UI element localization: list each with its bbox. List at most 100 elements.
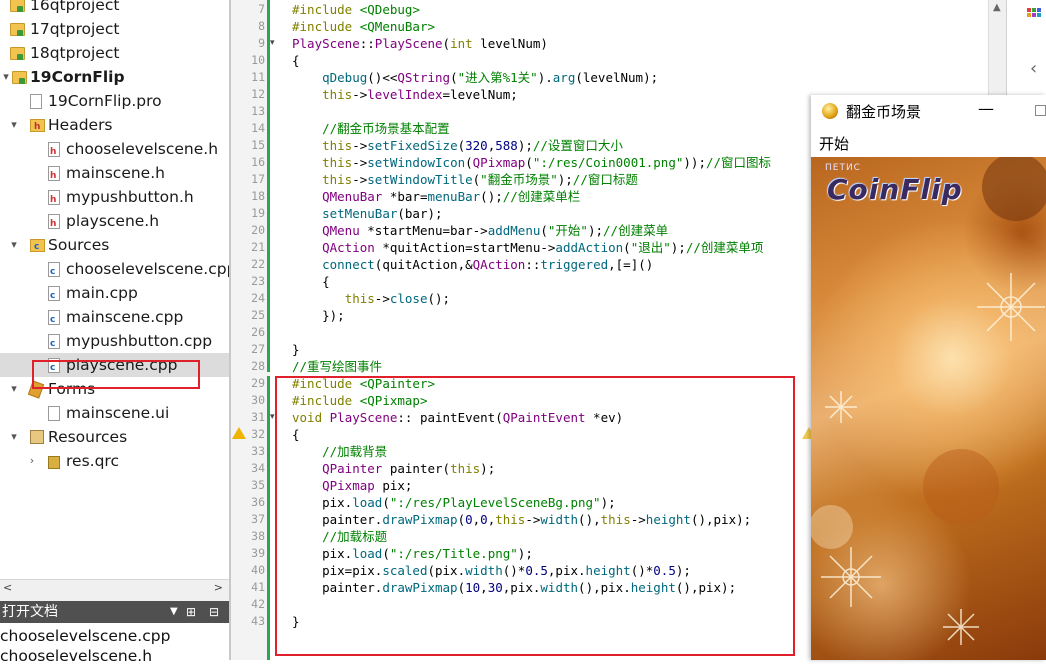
ui-file-icon	[48, 406, 60, 421]
minimize-button[interactable]: —	[978, 99, 994, 118]
headers-folder-icon	[30, 115, 45, 139]
chevron-right-icon[interactable]: ›	[26, 449, 38, 473]
open-doc-item[interactable]: chooselevelscene.h	[0, 646, 229, 666]
code-line[interactable]: this->close();	[292, 290, 450, 307]
code-line[interactable]: connect(quitAction,&QAction::triggered,[…	[292, 256, 653, 273]
tree-item-main-cpp[interactable]: main.cpp	[0, 281, 229, 308]
tree-item-label: Resources	[48, 428, 128, 446]
tree-item-res-qrc[interactable]: › res.qrc	[0, 449, 229, 473]
window-menubar: 开始	[811, 127, 1046, 157]
line-number: 30	[251, 393, 265, 407]
line-number: 13	[251, 104, 265, 118]
tree-item-sources[interactable]: ▾ Sources	[0, 233, 229, 259]
grid-icon[interactable]	[1027, 8, 1041, 22]
open-documents-title: 打开文档	[2, 604, 58, 620]
code-line[interactable]: this->setWindowIcon(QPixmap(":/res/Coin0…	[292, 154, 771, 171]
tree-horizontal-scrollbar[interactable]: < >	[0, 579, 229, 601]
code-line[interactable]: this->levelIndex=levelNum;	[292, 86, 518, 103]
close-panel-icon[interactable]: ⊟	[209, 601, 219, 623]
tree-item-chooselevelscene-h[interactable]: chooselevelscene.h	[0, 137, 229, 164]
code-line[interactable]: //翻金币场景基本配置	[292, 120, 450, 137]
project-folder-icon	[10, 0, 25, 12]
tree-item-mainscene-h[interactable]: mainscene.h	[0, 161, 229, 188]
tree-item-mainscene-cpp[interactable]: mainscene.cpp	[0, 305, 229, 332]
dropdown-icon[interactable]: ▼	[170, 601, 178, 623]
code-line[interactable]: {	[292, 52, 300, 69]
code-line[interactable]: #include <QDebug>	[292, 1, 420, 18]
chevron-down-icon[interactable]: ▾	[0, 65, 12, 89]
line-number: 39	[251, 546, 265, 560]
line-number: 40	[251, 563, 265, 577]
tree-item-label: Sources	[48, 236, 110, 254]
line-number: 28	[251, 359, 265, 373]
tree-item-mainscene-ui[interactable]: mainscene.ui	[0, 401, 229, 425]
tree-item-resources[interactable]: ▾ Resources	[0, 425, 229, 449]
code-line[interactable]: QAction *quitAction=startMenu->addAction…	[292, 239, 763, 256]
tree-item-headers[interactable]: ▾ Headers	[0, 113, 229, 139]
code-line[interactable]: this->setFixedSize(320,588);//设置窗口大小	[292, 137, 623, 154]
fold-marker-icon[interactable]: ▾	[270, 412, 275, 422]
header-file-icon	[48, 188, 60, 212]
line-number: 11	[251, 70, 265, 84]
chevron-down-icon[interactable]: ▾	[8, 233, 20, 257]
cpp-file-icon	[48, 260, 60, 284]
line-number: 18	[251, 189, 265, 203]
open-doc-item[interactable]: chooselevelscene.cpp	[0, 626, 229, 646]
line-number: 27	[251, 342, 265, 356]
code-line[interactable]: #include <QMenuBar>	[292, 18, 435, 35]
line-number: 23	[251, 274, 265, 288]
window-titlebar[interactable]: 翻金币场景 —	[811, 95, 1046, 127]
code-line[interactable]: setMenuBar(bar);	[292, 205, 442, 222]
tree-item-label: res.qrc	[66, 452, 119, 470]
tree-item-16qtproject[interactable]: 16qtproject	[0, 0, 229, 17]
tree-item-19cornflip[interactable]: ▾ 19CornFlip	[0, 65, 229, 89]
code-line[interactable]: this->setWindowTitle("翻金币场景");//窗口标题	[292, 171, 638, 188]
code-line[interactable]: qDebug()<<QString("进入第%1关").arg(levelNum…	[292, 69, 658, 86]
line-number: 41	[251, 580, 265, 594]
code-line[interactable]: QMenuBar *bar=menuBar();//创建菜单栏	[292, 188, 580, 205]
line-number: 35	[251, 478, 265, 492]
tree-item-17qtproject[interactable]: 17qtproject	[0, 17, 229, 41]
code-line[interactable]: QMenu *startMenu=bar->addMenu("开始");//创建…	[292, 222, 668, 239]
tree-item-19cornflip-pro[interactable]: 19CornFlip.pro	[0, 89, 229, 113]
code-line[interactable]: });	[292, 307, 345, 324]
tree-item-chooselevelscene-cpp[interactable]: chooselevelscene.cpp	[0, 257, 229, 284]
fold-marker-icon[interactable]: ▾	[270, 38, 275, 48]
code-line[interactable]: //重写绘图事件	[292, 358, 382, 375]
code-line[interactable]: }	[292, 341, 300, 358]
line-number: 16	[251, 155, 265, 169]
line-number: 22	[251, 257, 265, 271]
scroll-right-icon[interactable]: >	[214, 581, 223, 594]
chevron-down-icon[interactable]: ▾	[8, 425, 20, 449]
qrc-file-icon	[48, 456, 60, 469]
line-number: 29	[251, 376, 265, 390]
split-icon[interactable]: ⊞	[186, 601, 196, 623]
tree-item-mypushbutton-cpp[interactable]: mypushbutton.cpp	[0, 329, 229, 356]
tree-item-label: mainscene.cpp	[66, 308, 184, 326]
tree-item-label: 19CornFlip.pro	[48, 92, 162, 110]
maximize-button[interactable]	[1035, 105, 1046, 116]
tree-item-label: mainscene.ui	[66, 404, 170, 422]
scroll-up-icon[interactable]: ▲	[993, 2, 1001, 13]
menu-start[interactable]: 开始	[819, 133, 849, 154]
tree-item-playscene-h[interactable]: playscene.h	[0, 209, 229, 236]
resources-folder-icon	[30, 430, 44, 444]
scroll-left-icon[interactable]: <	[3, 581, 12, 594]
chevron-left-icon[interactable]: ‹	[1030, 58, 1037, 79]
scene-background: ПЕТИС CoinFlip	[811, 157, 1046, 660]
tree-item-18qtproject[interactable]: 18qtproject	[0, 41, 229, 65]
highlight-box-playscene	[32, 360, 200, 389]
pro-file-icon	[30, 94, 42, 109]
tree-item-mypushbutton-h[interactable]: mypushbutton.h	[0, 185, 229, 212]
chevron-down-icon[interactable]: ▾	[8, 377, 20, 401]
code-line[interactable]: {	[292, 273, 330, 290]
tree-item-label: mainscene.h	[66, 164, 165, 182]
line-number: 33	[251, 444, 265, 458]
sources-folder-icon	[30, 235, 45, 259]
warning-icon[interactable]	[232, 427, 246, 439]
line-number: 36	[251, 495, 265, 509]
coinflip-logo: CoinFlip	[827, 173, 963, 206]
line-number: 26	[251, 325, 265, 339]
chevron-down-icon[interactable]: ▾	[8, 113, 20, 137]
code-line[interactable]: PlayScene::PlayScene(int levelNum)	[292, 35, 548, 52]
